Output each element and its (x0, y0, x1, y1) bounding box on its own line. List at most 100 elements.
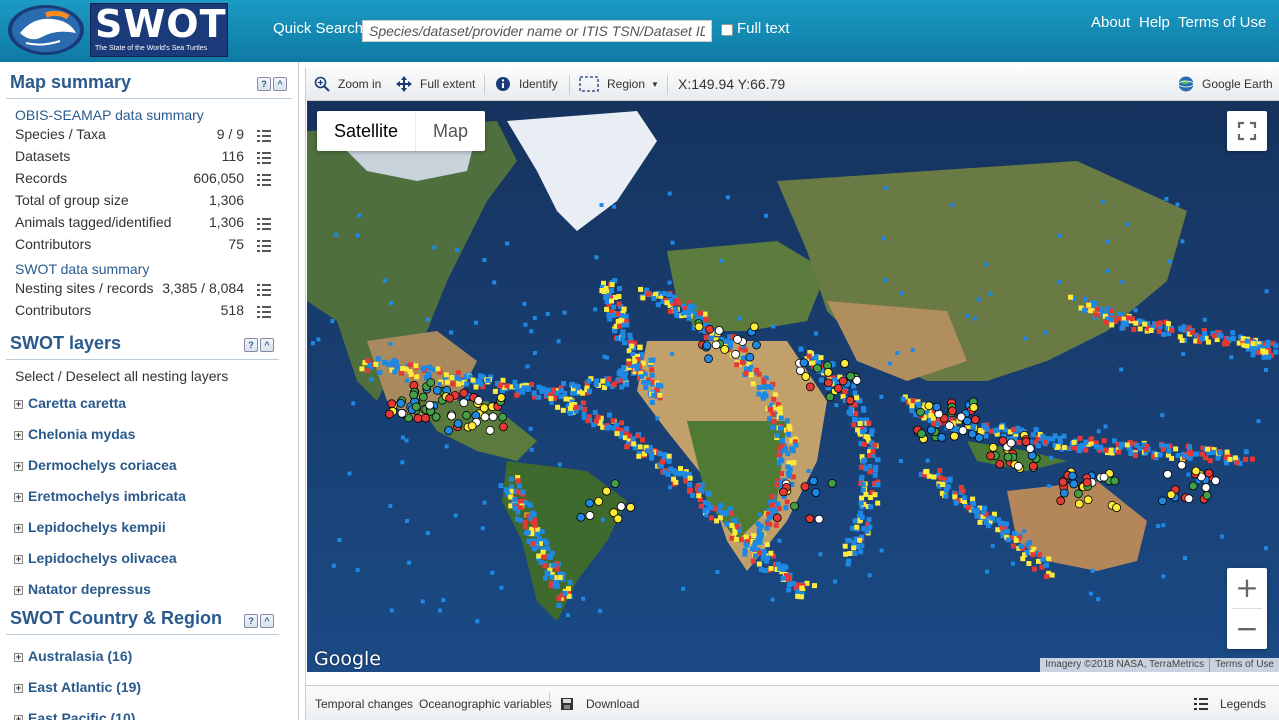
legends-label: Legends (1220, 697, 1267, 711)
map-terms-link[interactable]: Terms of Use (1209, 658, 1279, 672)
expand-icon[interactable]: + (14, 493, 23, 502)
expand-icon[interactable]: + (14, 462, 23, 471)
region-item[interactable]: + Australasia (16) (14, 648, 132, 664)
collapse-icon[interactable]: ^ (260, 338, 274, 352)
list-details-icon[interactable] (257, 151, 271, 164)
expand-icon[interactable]: + (14, 684, 23, 693)
species-layer-item[interactable]: + Caretta caretta (14, 395, 126, 411)
swot-layers-title: SWOT layers (10, 333, 122, 353)
list-details-icon[interactable] (257, 173, 271, 186)
summary-row-value: 1,306 (208, 214, 244, 230)
section-divider (6, 634, 279, 635)
identify-tool[interactable]: Identify (495, 76, 558, 92)
species-layer-item-label: Caretta caretta (28, 395, 127, 411)
region-item-label: East Atlantic (19) (28, 679, 142, 695)
expand-icon[interactable]: + (14, 653, 23, 662)
region-item[interactable]: + East Atlantic (19) (14, 679, 141, 695)
full-text-checkbox[interactable] (721, 24, 733, 36)
region-label: Region (607, 77, 646, 91)
floppy-disk-icon (561, 698, 573, 710)
map-bottom-bar: Temporal changes Oceanographic variables… (306, 685, 1279, 720)
species-layer-item-label: Eretmochelys imbricata (28, 488, 186, 504)
collapse-icon[interactable]: ^ (260, 614, 274, 628)
expand-icon[interactable]: + (14, 715, 23, 720)
map-attribution: Imagery ©2018 NASA, TerraMetrics Terms o… (1040, 658, 1279, 672)
select-all-layers-link[interactable]: Select / Deselect all nesting layers (15, 368, 228, 384)
google-logo: Google (314, 648, 382, 670)
expand-icon[interactable]: + (14, 524, 23, 533)
logo-text: SWOT (95, 2, 227, 46)
map-button[interactable]: Map (415, 111, 485, 151)
logo-subtitle: The State of the World's Sea Turtles (95, 45, 208, 52)
species-layer-item[interactable]: + Natator depressus (14, 581, 151, 597)
quick-search-label: Quick Search (273, 20, 364, 37)
temporal-changes-tab[interactable]: Temporal changes (315, 697, 413, 711)
collapse-icon[interactable]: ^ (273, 77, 287, 91)
quick-search-input[interactable] (362, 20, 712, 42)
species-layer-item[interactable]: + Chelonia mydas (14, 426, 135, 442)
google-earth-button[interactable]: Google Earth (1178, 76, 1273, 92)
cursor-coordinates: X:149.94 Y:66.79 (678, 76, 786, 92)
fullscreen-icon (1237, 121, 1257, 141)
species-layer-item[interactable]: + Lepidochelys kempii (14, 519, 166, 535)
help-icon[interactable]: ? (244, 338, 258, 352)
satellite-button[interactable]: Satellite (317, 111, 415, 151)
swot-summary-title: SWOT data summary (15, 261, 150, 277)
help-link[interactable]: Help (1139, 14, 1170, 31)
map-imagery (307, 101, 1279, 672)
zoom-in-label: Zoom in (338, 77, 382, 91)
help-icon[interactable]: ? (257, 77, 271, 91)
about-link[interactable]: About (1091, 14, 1130, 31)
list-details-icon[interactable] (257, 283, 271, 296)
country-region-title: SWOT Country & Region (10, 608, 222, 628)
identify-label: Identify (519, 77, 558, 91)
summary-row-value: 518 (220, 302, 244, 318)
species-layer-item-label: Lepidochelys olivacea (28, 550, 177, 566)
species-layer-item[interactable]: + Eretmochelys imbricata (14, 488, 186, 504)
fullscreen-button[interactable] (1227, 111, 1267, 151)
terms-of-use-link[interactable]: Terms of Use (1178, 14, 1266, 31)
legends-button[interactable]: Legends (1194, 697, 1266, 711)
zoom-control: + − (1227, 568, 1267, 649)
list-details-icon[interactable] (257, 239, 271, 252)
species-layer-item[interactable]: + Dermochelys coriacea (14, 457, 177, 473)
expand-icon[interactable]: + (14, 400, 23, 409)
google-earth-label: Google Earth (1202, 77, 1273, 91)
world-map[interactable]: Satellite Map + − Google Imagery ©2018 N… (307, 101, 1279, 672)
region-item-label: Australasia (16) (28, 648, 133, 664)
summary-row-value: 1,306 (208, 192, 244, 208)
info-icon (496, 77, 510, 91)
list-details-icon[interactable] (257, 217, 271, 230)
species-layer-item-label: Dermochelys coriacea (28, 457, 177, 473)
full-extent-label: Full extent (420, 77, 476, 91)
summary-row-label: Contributors (15, 236, 92, 252)
zoom-in-button[interactable]: + (1227, 568, 1267, 608)
expand-icon[interactable]: + (14, 431, 23, 440)
globe-icon (1178, 76, 1194, 92)
oceanographic-variables-tab[interactable]: Oceanographic variables (419, 697, 552, 711)
map-type-control: Satellite Map (317, 111, 486, 151)
species-layer-item[interactable]: + Lepidochelys olivacea (14, 550, 177, 566)
region-item[interactable]: + East Pacific (10) (14, 710, 135, 720)
section-divider (6, 98, 292, 99)
download-button[interactable]: Download (560, 697, 639, 711)
download-label: Download (586, 697, 640, 711)
list-details-icon[interactable] (257, 129, 271, 142)
list-details-icon[interactable] (257, 305, 271, 318)
swot-logo[interactable]: SWOT The State of the World's Sea Turtle… (6, 2, 228, 57)
expand-icon[interactable]: + (14, 586, 23, 595)
summary-row-label: Nesting sites / records (15, 280, 154, 296)
zoom-in-tool[interactable]: Zoom in (314, 76, 381, 92)
species-layer-item-label: Lepidochelys kempii (28, 519, 166, 535)
logo-box: SWOT The State of the World's Sea Turtle… (90, 2, 228, 57)
expand-icon[interactable]: + (14, 555, 23, 564)
help-icon[interactable]: ? (244, 614, 258, 628)
map-summary-title: Map summary (10, 72, 132, 92)
summary-row-value: 116 (221, 148, 244, 164)
region-tool[interactable]: Region ▼ (579, 76, 659, 92)
region-item-label: East Pacific (10) (28, 710, 136, 720)
full-extent-tool[interactable]: Full extent (396, 76, 475, 92)
zoom-out-button[interactable]: − (1227, 609, 1267, 649)
toolbar-separator (667, 75, 668, 95)
summary-row-label: Datasets (15, 148, 71, 164)
